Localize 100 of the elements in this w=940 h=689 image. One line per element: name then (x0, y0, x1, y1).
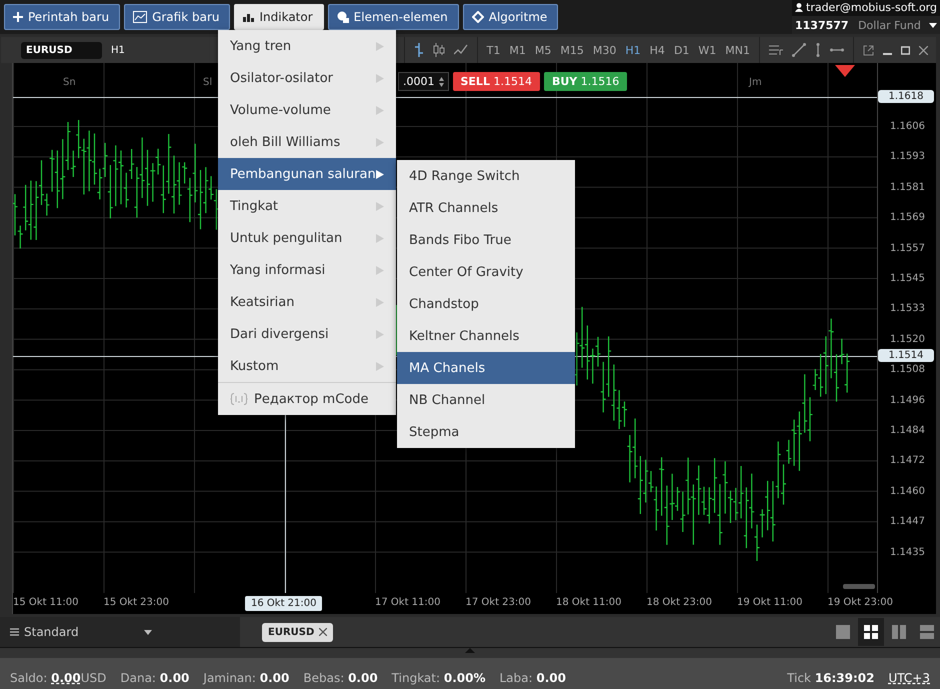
timeframe-tab[interactable]: W1 (698, 44, 716, 56)
chart-tab[interactable]: EURUSD (262, 622, 334, 642)
close-icon[interactable] (919, 46, 928, 54)
submenu-arrow-icon (376, 138, 384, 146)
menu-item[interactable]: 4D Range Switch (397, 160, 575, 192)
menu-item[interactable]: Редактор mCode (218, 382, 396, 415)
code-braces-icon (230, 393, 248, 405)
layout-button[interactable] (858, 618, 884, 646)
user-icon (795, 2, 803, 13)
price-label: 1.1520 (890, 334, 925, 345)
menu-item[interactable]: Chandstop (397, 288, 575, 320)
submenu-arrow-icon (376, 42, 384, 50)
layout-icon (892, 625, 906, 639)
menu-item[interactable]: Kustom (218, 350, 396, 382)
submenu-arrow-icon (376, 298, 384, 306)
timeframe-tab[interactable]: M5 (534, 44, 552, 56)
menu-item[interactable]: Volume-volume (218, 94, 396, 126)
menu-item[interactable]: Stepma (397, 416, 575, 448)
workspace-selector[interactable]: Standard (0, 617, 240, 647)
bar-chart-icon (243, 12, 254, 22)
price-label: 1.1557 (890, 242, 925, 254)
toolbar-button[interactable]: Grafik baru (124, 4, 230, 30)
time-label: 15 Okt 23:00 (104, 597, 169, 608)
menu-item[interactable]: Center Of Gravity (397, 256, 575, 288)
price-label: 1.1606 (890, 121, 925, 132)
diagonal-line-icon[interactable] (792, 43, 806, 57)
timeframe-tab[interactable]: M1 (509, 44, 526, 56)
close-icon[interactable] (319, 628, 328, 636)
menu-item[interactable]: Keatsirian (218, 286, 396, 318)
price-label: 1.1435 (890, 546, 925, 558)
menu-item[interactable]: oleh Bill Williams (218, 126, 396, 158)
submenu-arrow-icon (376, 202, 384, 210)
lot-field[interactable]: .0001 (398, 72, 448, 91)
menu-item[interactable]: MA Chanels (397, 352, 575, 384)
price-label: 1.1533 (890, 303, 925, 314)
status-item: Tingkat: 0.00% (392, 671, 486, 685)
price-label: 1.1496 (890, 394, 925, 406)
submenu-arrow-icon (376, 74, 384, 82)
submenu-arrow-icon (376, 266, 384, 274)
menu-item[interactable]: Pembangunan saluran (218, 158, 396, 190)
menu-item[interactable]: Yang tren (218, 30, 396, 62)
price-label: 1.1472 (890, 455, 925, 466)
menu-item[interactable]: Untuk pengulitan (218, 222, 396, 254)
day-label: Sn (63, 77, 76, 88)
diamond-icon (472, 11, 484, 23)
account-selector[interactable]: 1137577 Dollar Fund (792, 16, 940, 34)
timeframe-tab[interactable]: D1 (674, 44, 690, 56)
lines-icon[interactable] (769, 44, 783, 56)
menu-item[interactable]: Yang informasi (218, 254, 396, 286)
symbol-selector[interactable]: EURUSD (21, 42, 102, 58)
vertical-line-icon[interactable] (815, 43, 821, 57)
time-label: 19 Okt 11:00 (737, 597, 802, 608)
menu-item[interactable]: NB Channel (397, 384, 575, 416)
timeframe-tab[interactable]: MN1 (725, 44, 750, 56)
menu-item[interactable]: Tingkat (218, 190, 396, 222)
price-label: 1.1545 (890, 273, 925, 284)
maximize-icon[interactable] (901, 46, 910, 54)
bar-chart-icon[interactable] (414, 43, 424, 57)
popout-icon[interactable] (863, 44, 874, 56)
spinner-icon (438, 76, 444, 86)
sell-button[interactable]: SELL 1.1514 (452, 72, 540, 91)
plus-icon (13, 12, 23, 22)
menu-item[interactable]: Osilator-osilator (218, 62, 396, 94)
scrollbar[interactable] (843, 584, 875, 589)
price-label: 1.1593 (890, 151, 925, 162)
timeframe-tab[interactable]: T1 (486, 44, 500, 56)
price-label: 1.1447 (890, 516, 925, 528)
layout-icon (920, 625, 934, 639)
caret-icon (929, 22, 937, 28)
timeframe-tab[interactable]: M15 (560, 44, 584, 56)
submenu-arrow-icon (376, 106, 384, 114)
crosshair-time-label: 16 Okt 21:00 (245, 596, 322, 611)
toolbar-button[interactable]: Perintah baru (4, 4, 120, 30)
time-label: 17 Okt 23:00 (466, 597, 531, 608)
timeframe-tab[interactable]: H1 (625, 44, 641, 56)
time-label: 19 Okt 23:00 (828, 597, 893, 608)
toolbar-button[interactable]: Algoritme (462, 4, 558, 30)
timeframe-tab[interactable]: H4 (650, 44, 665, 56)
menu-item[interactable]: Bands Fibo True (397, 224, 575, 256)
submenu-arrow-icon (376, 330, 384, 338)
menu-item[interactable]: Keltner Channels (397, 320, 575, 352)
timezone-selector[interactable]: UTC+3 (888, 671, 930, 685)
horizontal-line-icon[interactable] (830, 47, 844, 53)
menu-icon (10, 628, 19, 636)
price-label: 1.1484 (890, 425, 925, 436)
chart-icon (133, 11, 148, 23)
caret-icon (144, 630, 152, 634)
price-label: 1.1581 (890, 182, 925, 193)
timeframe-tab[interactable]: M30 (592, 44, 616, 56)
price-marker: 1.1618 (878, 90, 934, 103)
line-chart-icon[interactable] (454, 44, 468, 56)
toolbar-button[interactable]: Indikator (234, 4, 324, 30)
candlestick-icon[interactable] (432, 43, 445, 57)
menu-item[interactable]: Dari divergensi (218, 318, 396, 350)
status-item: Bebas: 0.00 (303, 671, 378, 685)
account-email: trader@mobius-soft.org (806, 1, 937, 14)
toolbar-button[interactable]: Elemen-elemen (328, 4, 459, 30)
menu-item[interactable]: ATR Channels (397, 192, 575, 224)
day-label: Jm (749, 77, 762, 88)
submenu-arrow-icon (376, 362, 384, 370)
